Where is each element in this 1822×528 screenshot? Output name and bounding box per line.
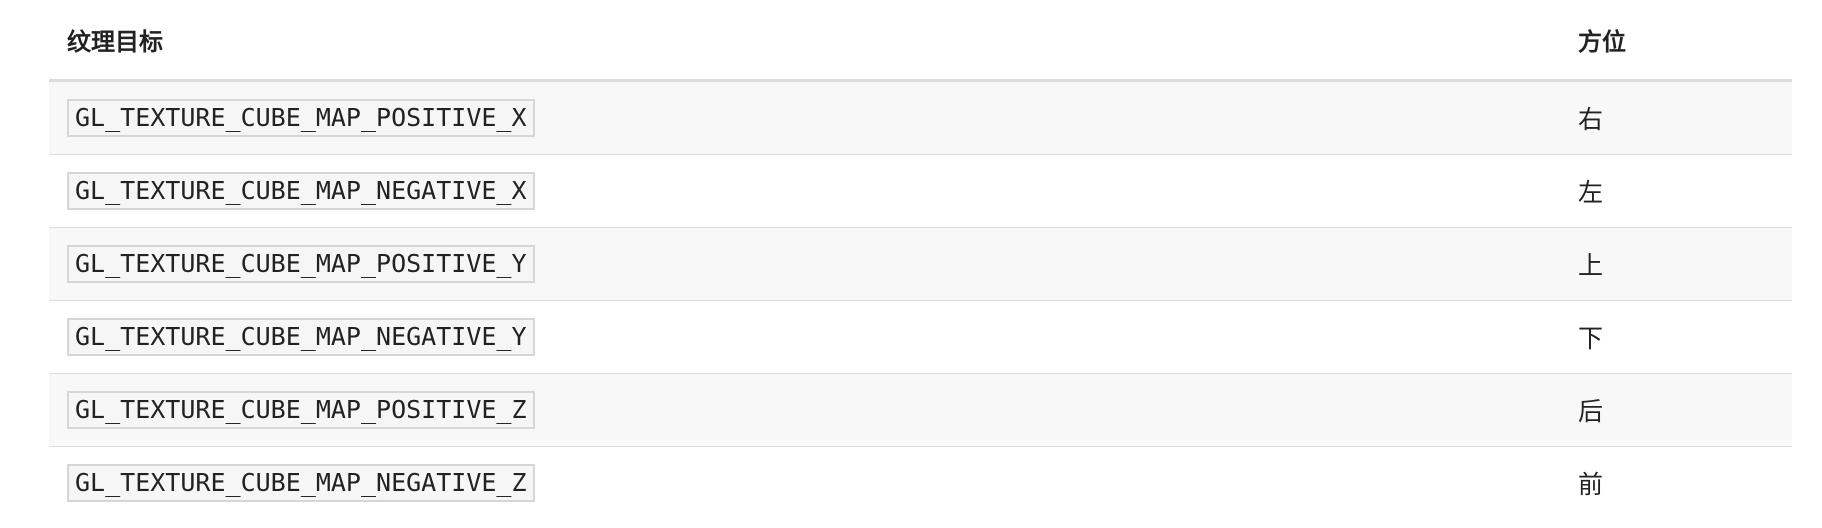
header-texture-target: 纹理目标 xyxy=(49,0,1560,82)
target-cell: GL_TEXTURE_CUBE_MAP_POSITIVE_X xyxy=(49,80,1560,155)
direction-text: 后 xyxy=(1578,397,1604,426)
direction-cell: 后 xyxy=(1560,373,1792,447)
target-cell: GL_TEXTURE_CUBE_MAP_POSITIVE_Z xyxy=(49,373,1560,447)
target-code: GL_TEXTURE_CUBE_MAP_NEGATIVE_X xyxy=(67,172,535,210)
target-cell: GL_TEXTURE_CUBE_MAP_POSITIVE_Y xyxy=(49,227,1560,301)
table-body: GL_TEXTURE_CUBE_MAP_POSITIVE_X 右 GL_TEXT… xyxy=(49,80,1792,519)
target-cell: GL_TEXTURE_CUBE_MAP_NEGATIVE_Z xyxy=(49,446,1560,519)
direction-cell: 下 xyxy=(1560,300,1792,374)
direction-cell: 右 xyxy=(1560,80,1792,155)
direction-text: 前 xyxy=(1578,470,1604,499)
direction-text: 右 xyxy=(1578,105,1604,134)
target-code: GL_TEXTURE_CUBE_MAP_NEGATIVE_Z xyxy=(67,464,535,502)
table-row: GL_TEXTURE_CUBE_MAP_POSITIVE_Y 上 xyxy=(49,227,1792,301)
direction-cell: 左 xyxy=(1560,154,1792,228)
direction-cell: 上 xyxy=(1560,227,1792,301)
table-row: GL_TEXTURE_CUBE_MAP_POSITIVE_X 右 xyxy=(49,80,1792,155)
target-code: GL_TEXTURE_CUBE_MAP_POSITIVE_X xyxy=(67,99,535,137)
header-direction: 方位 xyxy=(1560,0,1792,82)
cubemap-target-table-container: 纹理目标 方位 GL_TEXTURE_CUBE_MAP_POSITIVE_X 右… xyxy=(49,0,1792,519)
target-code: GL_TEXTURE_CUBE_MAP_POSITIVE_Y xyxy=(67,245,535,283)
cubemap-target-table: 纹理目标 方位 GL_TEXTURE_CUBE_MAP_POSITIVE_X 右… xyxy=(49,0,1792,519)
table-row: GL_TEXTURE_CUBE_MAP_NEGATIVE_Z 前 xyxy=(49,446,1792,519)
header-row: 纹理目标 方位 xyxy=(49,0,1792,82)
direction-text: 左 xyxy=(1578,178,1604,207)
target-cell: GL_TEXTURE_CUBE_MAP_NEGATIVE_X xyxy=(49,154,1560,228)
direction-text: 下 xyxy=(1578,324,1604,353)
table-row: GL_TEXTURE_CUBE_MAP_POSITIVE_Z 后 xyxy=(49,373,1792,447)
direction-cell: 前 xyxy=(1560,446,1792,519)
target-code: GL_TEXTURE_CUBE_MAP_POSITIVE_Z xyxy=(67,391,535,429)
direction-text: 上 xyxy=(1578,251,1604,280)
table-row: GL_TEXTURE_CUBE_MAP_NEGATIVE_X 左 xyxy=(49,154,1792,228)
table-header: 纹理目标 方位 xyxy=(49,0,1792,82)
target-code: GL_TEXTURE_CUBE_MAP_NEGATIVE_Y xyxy=(67,318,535,356)
table-row: GL_TEXTURE_CUBE_MAP_NEGATIVE_Y 下 xyxy=(49,300,1792,374)
target-cell: GL_TEXTURE_CUBE_MAP_NEGATIVE_Y xyxy=(49,300,1560,374)
